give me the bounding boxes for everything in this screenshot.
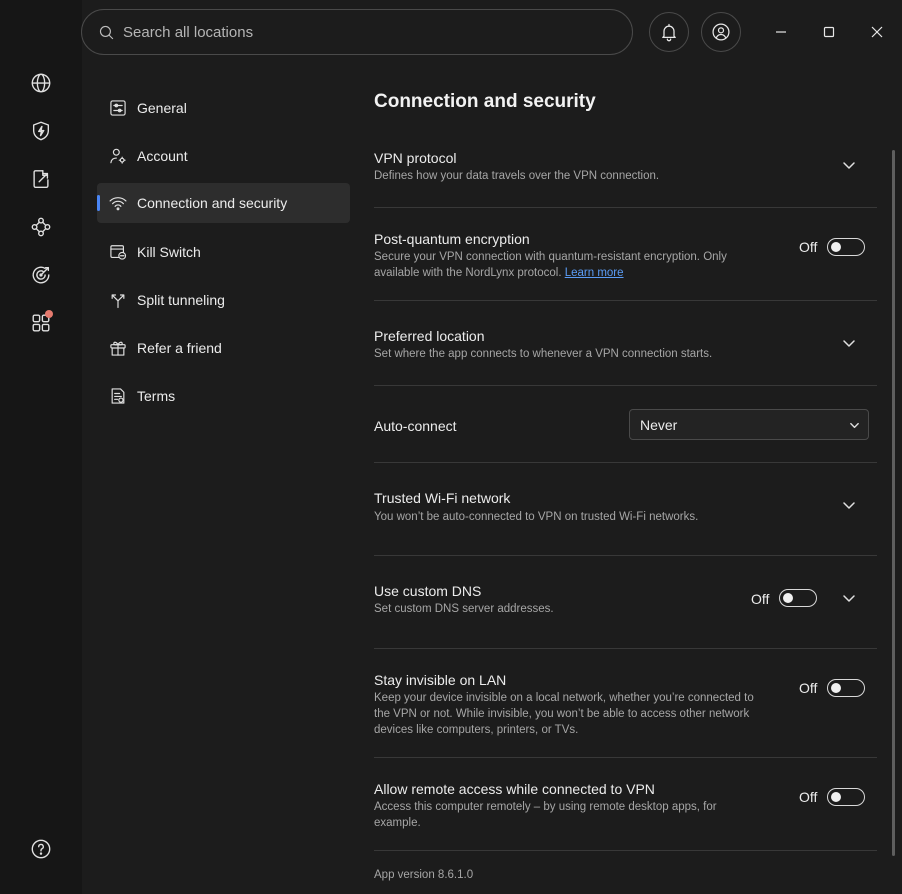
search-bar[interactable]: [81, 9, 633, 55]
nav-label: Terms: [137, 388, 176, 404]
post-quantum-title: Post-quantum encryption: [374, 231, 530, 247]
notifications-button[interactable]: [649, 12, 689, 52]
post-quantum-state: Off: [799, 239, 818, 255]
minimize-icon: [776, 31, 786, 33]
remote-access-toggle[interactable]: [827, 788, 865, 806]
close-icon: [871, 26, 883, 38]
meshnet-icon[interactable]: [27, 213, 55, 241]
preferred-location-expand[interactable]: [840, 334, 858, 352]
custom-dns-toggle[interactable]: [779, 589, 817, 607]
divider: [374, 207, 877, 208]
icon-rail: [0, 0, 82, 894]
divider: [374, 757, 877, 758]
user-gear-icon: [110, 148, 126, 164]
nav-label: Kill Switch: [137, 244, 201, 260]
nav-item-account[interactable]: Account: [97, 136, 350, 176]
remote-access-state: Off: [799, 789, 818, 805]
nav-label: Refer a friend: [137, 340, 222, 356]
nav-item-split-tunneling[interactable]: Split tunneling: [97, 280, 350, 320]
chevron-down-icon: [843, 595, 855, 602]
chevron-down-icon: [850, 422, 859, 429]
share-export-icon[interactable]: [27, 165, 55, 193]
target-radar-icon[interactable]: [27, 261, 55, 289]
post-quantum-toggle[interactable]: [827, 238, 865, 256]
search-icon: [99, 25, 114, 39]
chevron-down-icon: [843, 502, 855, 509]
nav-item-general[interactable]: General: [97, 88, 350, 128]
post-quantum-desc-text: Secure your VPN connection with quantum-…: [374, 251, 727, 279]
notification-badge: [45, 310, 53, 318]
nav-label: Account: [137, 148, 188, 164]
close-button[interactable]: [863, 18, 891, 46]
apps-grid-icon[interactable]: [27, 309, 55, 337]
nav-item-terms[interactable]: Terms: [97, 376, 350, 416]
app-version: App version 8.6.1.0: [374, 869, 474, 881]
nav-item-connection-security[interactable]: Connection and security: [97, 183, 350, 223]
trusted-wifi-expand[interactable]: [840, 496, 858, 514]
invisible-lan-title: Stay invisible on LAN: [374, 672, 507, 688]
custom-dns-title: Use custom DNS: [374, 583, 482, 599]
minimize-button[interactable]: [767, 18, 795, 46]
preferred-location-desc: Set where the app connects to whenever a…: [374, 348, 713, 360]
remote-access-title: Allow remote access while connected to V…: [374, 781, 655, 797]
document-icon: [111, 388, 125, 404]
vpn-protocol-expand[interactable]: [840, 156, 858, 174]
bell-icon: [662, 23, 676, 42]
trusted-wifi-title: Trusted Wi-Fi network: [374, 490, 511, 506]
scrollbar[interactable]: [892, 150, 895, 856]
auto-connect-value: Never: [640, 416, 678, 433]
preferred-location-title: Preferred location: [374, 328, 485, 344]
auto-connect-title: Auto-connect: [374, 418, 457, 434]
help-icon[interactable]: [27, 835, 55, 863]
kill-switch-icon: [110, 245, 127, 260]
invisible-lan-state: Off: [799, 680, 818, 696]
divider: [374, 300, 877, 301]
learn-more-link[interactable]: Learn more: [565, 267, 624, 279]
nav-label: General: [137, 100, 187, 116]
split-arrows-icon: [111, 294, 125, 309]
nav-item-kill-switch[interactable]: Kill Switch: [97, 232, 350, 272]
remote-access-desc: Access this computer remotely – by using…: [374, 801, 717, 829]
profile-button[interactable]: [701, 12, 741, 52]
vpn-protocol-desc: Defines how your data travels over the V…: [374, 170, 660, 182]
maximize-button[interactable]: [815, 18, 843, 46]
divider: [374, 850, 877, 851]
wifi-icon: [109, 197, 127, 211]
nav-item-refer-friend[interactable]: Refer a friend: [97, 328, 350, 368]
globe-icon[interactable]: [27, 69, 55, 97]
divider: [374, 555, 877, 556]
custom-dns-desc: Set custom DNS server addresses.: [374, 603, 554, 615]
sliders-icon: [110, 100, 126, 116]
post-quantum-desc: Secure your VPN connection with quantum-…: [374, 249, 754, 281]
chevron-down-icon: [843, 340, 855, 347]
vpn-protocol-title: VPN protocol: [374, 150, 457, 166]
auto-connect-select[interactable]: Never: [629, 409, 869, 440]
shield-bolt-icon[interactable]: [27, 117, 55, 145]
invisible-lan-desc: Keep your device invisible on a local ne…: [374, 692, 754, 736]
chevron-down-icon: [843, 162, 855, 169]
divider: [374, 462, 877, 463]
invisible-lan-toggle[interactable]: [827, 679, 865, 697]
nav-label: Connection and security: [137, 195, 288, 211]
maximize-icon: [823, 26, 835, 38]
search-input[interactable]: [123, 23, 603, 41]
trusted-wifi-desc: You won’t be auto-connected to VPN on tr…: [374, 511, 699, 523]
divider: [374, 648, 877, 649]
divider: [374, 385, 877, 386]
user-circle-icon: [712, 23, 730, 41]
page-title: Connection and security: [374, 91, 596, 112]
custom-dns-state: Off: [751, 591, 770, 607]
gift-icon: [110, 341, 126, 356]
nav-label: Split tunneling: [137, 292, 225, 308]
custom-dns-expand[interactable]: [840, 589, 858, 607]
